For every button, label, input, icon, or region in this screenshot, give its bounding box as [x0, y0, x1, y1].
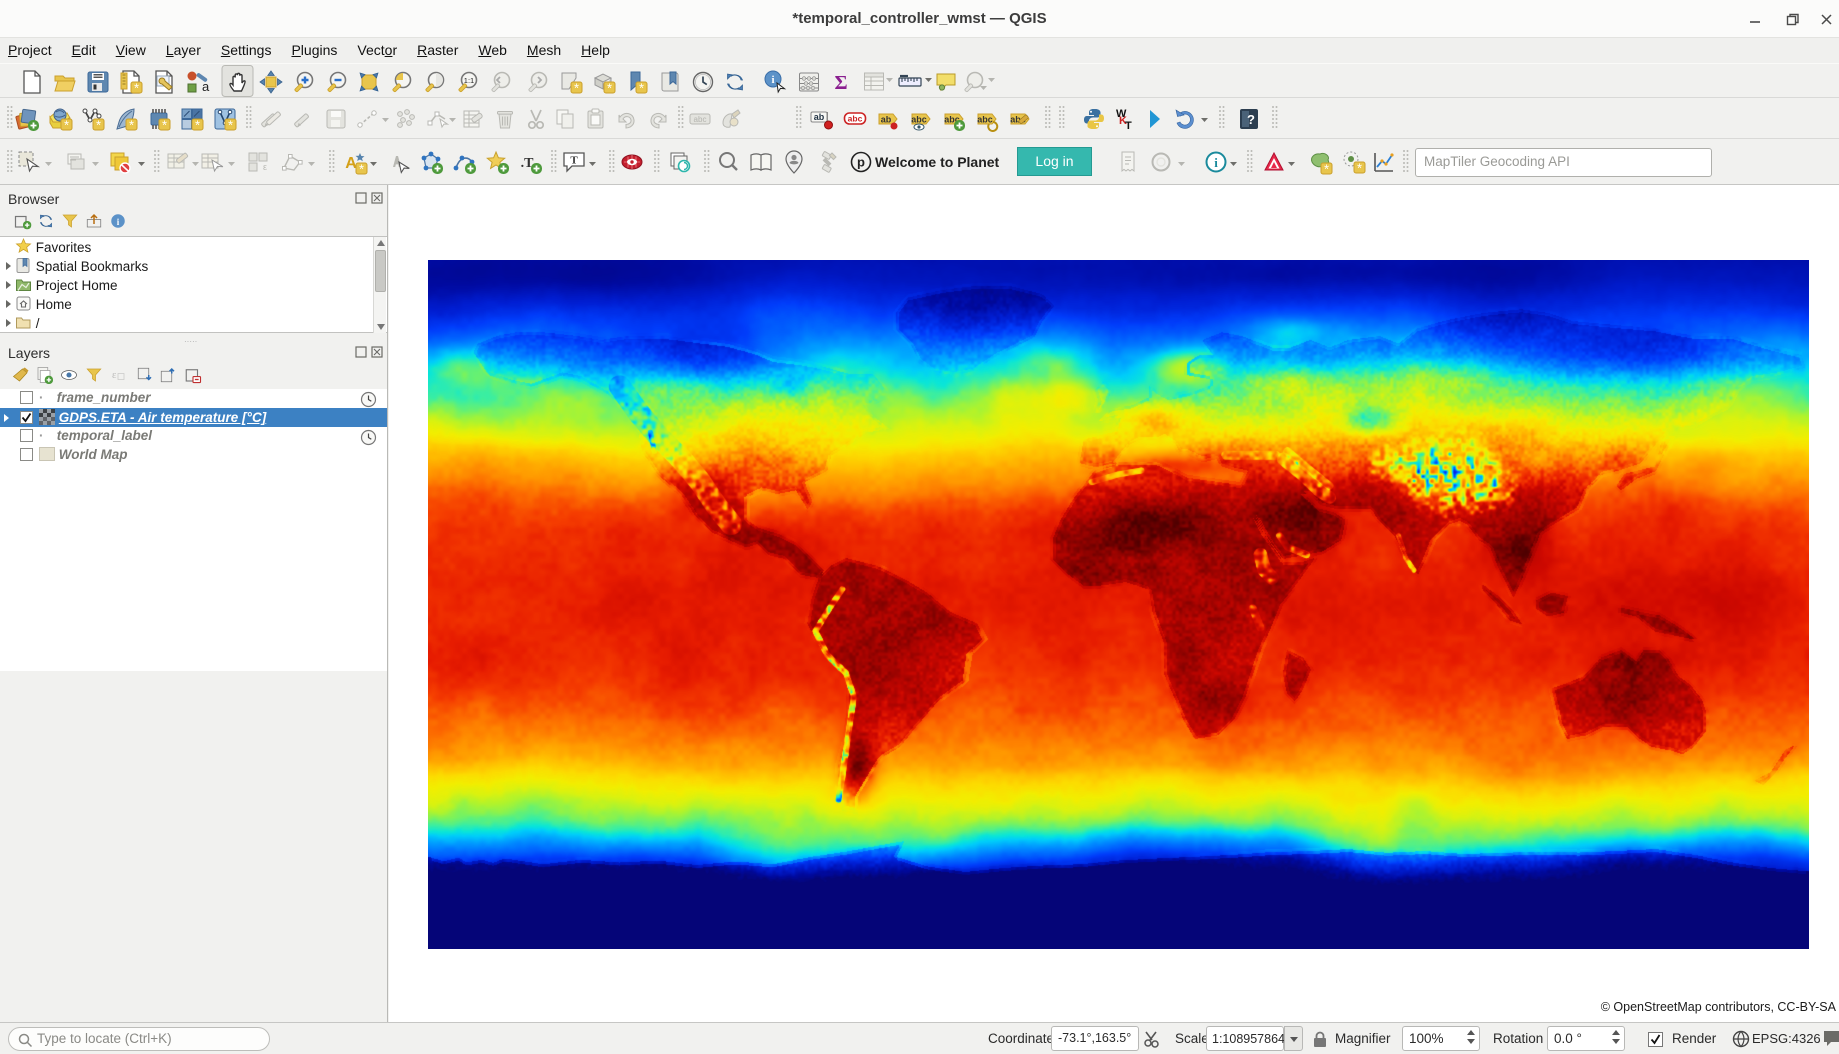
svg-text:A: A [345, 155, 357, 172]
svg-text:ε: ε [263, 162, 267, 172]
svg-text:*: * [134, 81, 139, 96]
svg-text:*: * [129, 118, 134, 133]
svg-text:ε: ε [112, 370, 117, 381]
svg-text:*: * [1357, 161, 1362, 176]
svg-text:*: * [228, 118, 233, 133]
svg-text:i: i [771, 74, 774, 86]
svg-text:i: i [1214, 155, 1218, 170]
svg-text:*: * [96, 118, 101, 133]
svg-text:*: * [64, 118, 69, 133]
svg-text:*: * [639, 81, 644, 96]
svg-text:p: p [857, 155, 865, 170]
svg-text:Σ: Σ [834, 72, 847, 94]
svg-text:ab: ab [814, 112, 825, 122]
svg-text:1:1: 1:1 [464, 76, 474, 85]
svg-text:*: * [359, 162, 364, 177]
svg-text:ab: ab [881, 115, 892, 125]
svg-text:T: T [570, 155, 578, 167]
svg-text:?: ? [1247, 112, 1255, 127]
svg-text:abc: abc [911, 115, 927, 125]
svg-text:*: * [574, 81, 579, 96]
svg-text:a: a [202, 79, 210, 94]
svg-text:abc: abc [848, 114, 863, 124]
svg-text:T: T [1125, 120, 1132, 132]
svg-text:*: * [1324, 162, 1329, 177]
svg-text:*: * [195, 118, 200, 133]
svg-text:abc: abc [694, 115, 707, 124]
svg-text:*: * [162, 118, 167, 133]
svg-text:*: * [607, 81, 612, 96]
svg-text:abc: abc [977, 115, 993, 125]
